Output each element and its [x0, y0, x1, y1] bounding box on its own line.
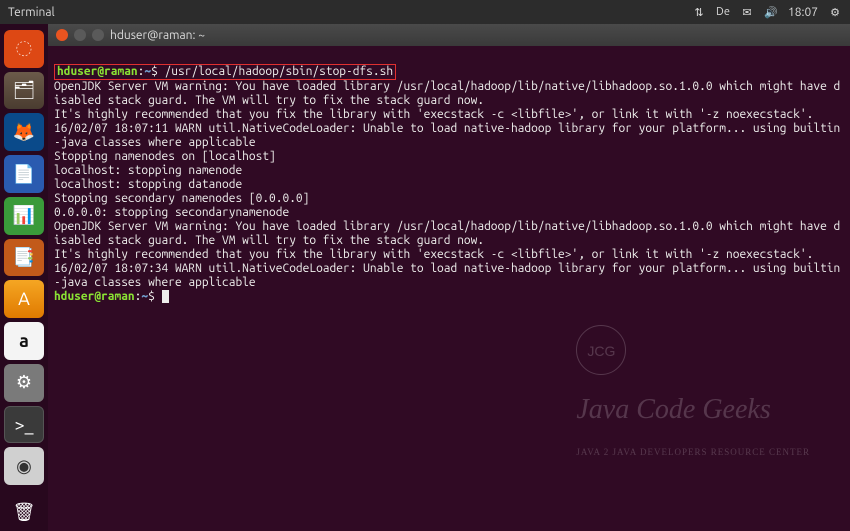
firefox-icon[interactable]: 🦊	[4, 113, 44, 151]
cursor	[162, 290, 169, 303]
command-highlight: hduser@raman:~$ /usr/local/hadoop/sbin/s…	[54, 64, 396, 80]
window-titlebar[interactable]: hduser@raman: ~	[48, 24, 850, 46]
top-panel: Terminal ⇅ De ✉ 🔊 18:07 ⚙	[0, 0, 850, 24]
network-icon[interactable]: ⇅	[692, 5, 706, 19]
session-icon[interactable]: ⚙	[828, 5, 842, 19]
dash-icon[interactable]: ◌	[4, 30, 44, 68]
typed-command: /usr/local/hadoop/sbin/stop-dfs.sh	[165, 65, 393, 78]
sound-icon[interactable]: 🔊	[764, 5, 778, 19]
watermark-brand: Java Code Geeks	[576, 403, 810, 417]
output-line: OpenJDK Server VM warning: You have load…	[54, 220, 840, 247]
output-line: 16/02/07 18:07:11 WARN util.NativeCodeLo…	[54, 122, 840, 149]
output-line: Stopping namenodes on [localhost]	[54, 150, 276, 163]
terminal-icon[interactable]: >_	[4, 406, 44, 444]
software-center-icon[interactable]: A	[4, 280, 44, 318]
watermark: JCG Java Code Geeks JAVA 2 JAVA DEVELOPE…	[558, 311, 810, 501]
output-line: 16/02/07 18:07:34 WARN util.NativeCodeLo…	[54, 262, 840, 289]
settings-icon[interactable]: ⚙	[4, 364, 44, 402]
close-icon[interactable]	[56, 29, 68, 41]
calc-icon[interactable]: 📊	[4, 197, 44, 235]
active-app-label: Terminal	[8, 6, 55, 19]
impress-icon[interactable]: 📑	[4, 239, 44, 277]
amazon-icon[interactable]: a	[4, 322, 44, 360]
window-title: hduser@raman: ~	[110, 29, 205, 42]
output-line: localhost: stopping datanode	[54, 178, 242, 191]
keyboard-layout-indicator[interactable]: De	[716, 5, 730, 19]
messaging-icon[interactable]: ✉	[740, 5, 754, 19]
files-icon[interactable]: 🗂	[4, 72, 44, 110]
prompt-dollar: $	[151, 65, 158, 78]
trash-icon[interactable]: 🗑	[4, 493, 44, 531]
output-line: OpenJDK Server VM warning: You have load…	[54, 80, 840, 107]
minimize-icon[interactable]	[74, 29, 86, 41]
output-line: 0.0.0.0: stopping secondarynamenode	[54, 206, 289, 219]
watermark-badge: JCG	[576, 325, 626, 375]
output-line: localhost: stopping namenode	[54, 164, 242, 177]
prompt-dollar: $	[148, 290, 155, 303]
clock[interactable]: 18:07	[788, 6, 818, 19]
terminal-window: hduser@raman: ~ hduser@raman:~$ /usr/loc…	[48, 24, 850, 531]
disk-icon[interactable]: ◉	[4, 447, 44, 485]
terminal-body[interactable]: hduser@raman:~$ /usr/local/hadoop/sbin/s…	[48, 46, 850, 531]
unity-launcher: ◌ 🗂 🦊 📄 📊 📑 A a ⚙ >_ ◉ 🗑	[0, 24, 48, 531]
output-line: It's highly recommended that you fix the…	[54, 108, 813, 121]
output-line: It's highly recommended that you fix the…	[54, 248, 813, 261]
watermark-tagline: JAVA 2 JAVA DEVELOPERS RESOURCE CENTER	[576, 445, 810, 459]
writer-icon[interactable]: 📄	[4, 155, 44, 193]
output-line: Stopping secondary namenodes [0.0.0.0]	[54, 192, 309, 205]
prompt-user-host: hduser@raman	[57, 65, 138, 78]
prompt-user-host: hduser@raman	[54, 290, 135, 303]
maximize-icon[interactable]	[92, 29, 104, 41]
